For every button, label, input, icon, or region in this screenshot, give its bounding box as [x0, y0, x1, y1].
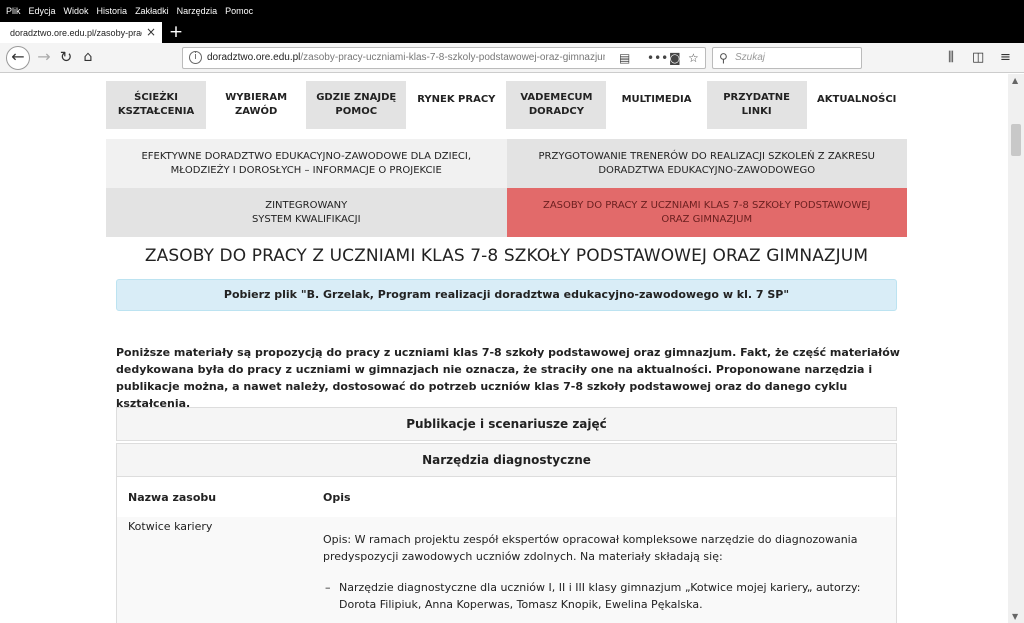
intro-text: Poniższe materiały są propozycją do prac…	[116, 346, 900, 410]
library-icon[interactable]: ⫼	[948, 50, 954, 66]
reader-view-icon[interactable]: ▤	[619, 50, 630, 66]
menu-edycja[interactable]: Edycja	[29, 6, 56, 16]
close-tab-icon[interactable]: ×	[146, 25, 156, 39]
nav-label: MULTIMEDIA	[621, 94, 692, 105]
nav-label: VADEMECUM DORADCY	[520, 92, 593, 117]
nav-label: RYNEK PRACY	[417, 94, 496, 105]
url-bar[interactable]: i doradztwo.ore.edu.pl/zasoby-pracy-uczn…	[182, 47, 706, 69]
nav-label: PRZYDATNE LINKI	[723, 92, 791, 117]
browser-tab[interactable]: doradztwo.ore.edu.pl/zasoby-pracy ×	[0, 22, 162, 43]
accordion-publikacje[interactable]: Publikacje i scenariusze zajęć	[116, 407, 897, 441]
tab-bar: doradztwo.ore.edu.pl/zasoby-pracy × +	[0, 22, 1024, 43]
nav-label: WYBIERAM ZAWÓD	[225, 92, 288, 117]
menu-hamburger-icon[interactable]: ≡	[1000, 50, 1011, 66]
subnav-label: EFEKTYWNE DORADZTWO EDUKACYJNO-ZAWODOWE …	[141, 150, 472, 176]
subnav-efektywne-doradztwo[interactable]: EFEKTYWNE DORADZTWO EDUKACYJNO-ZAWODOWE …	[106, 139, 507, 188]
home-icon[interactable]: ⌂	[76, 46, 100, 70]
list-item-text: Narzędzie diagnostyczne dla uczniów I, I…	[339, 581, 861, 611]
navigation-bar: ← → ↻ ⌂ i doradztwo.ore.edu.pl/zasoby-pr…	[0, 43, 1024, 73]
search-placeholder: Szukaj	[735, 52, 766, 63]
nav-aktualnosci[interactable]: AKTUALNOŚCI	[807, 81, 907, 129]
menu-narzedzia[interactable]: Narzędzia	[177, 6, 218, 16]
nav-label: ŚCIEŻKI KSZTAŁCENIA	[117, 92, 195, 117]
url-text[interactable]: doradztwo.ore.edu.pl/zasoby-pracy-ucznia…	[207, 52, 605, 63]
back-icon[interactable]: ←	[6, 46, 30, 70]
nav-gdzie-znajde-pomoc[interactable]: GDZIE ZNAJDĘ POMOC	[306, 81, 407, 129]
page-title: ZASOBY DO PRACY Z UCZNIAMI KLAS 7-8 SZKO…	[144, 246, 869, 266]
menu-widok[interactable]: Widok	[64, 6, 89, 16]
scroll-down-icon[interactable]: ▼	[1012, 612, 1018, 621]
nav-rynek-pracy[interactable]: RYNEK PRACY	[406, 81, 506, 129]
list-item: – Narzędzie diagnostyczne dla uczniów I,…	[325, 579, 879, 613]
search-bar[interactable]: ⚲ Szukaj	[712, 47, 862, 69]
reload-icon[interactable]: ↻	[54, 46, 78, 70]
nav-przydatne-linki[interactable]: PRZYDATNE LINKI	[706, 81, 807, 129]
menu-bar: Plik Edycja Widok Historia Zakładki Narz…	[0, 0, 1024, 22]
url-domain: doradztwo.ore.edu.pl	[207, 52, 301, 63]
project-navigation: EFEKTYWNE DORADZTWO EDUKACYJNO-ZAWODOWE …	[106, 139, 907, 237]
download-file-link[interactable]: Pobierz plik "B. Grzelak, Program realiz…	[116, 279, 897, 311]
scroll-up-icon[interactable]: ▲	[1012, 76, 1018, 85]
subnav-zintegrowany-system[interactable]: ZINTEGROWANY SYSTEM KWALIFIKACJI	[106, 188, 507, 237]
page-viewport: ŚCIEŻKI KSZTAŁCENIA WYBIERAM ZAWÓD GDZIE…	[0, 74, 1008, 623]
subnav-label: PRZYGOTOWANIE TRENERÓW DO REALIZACJI SZK…	[538, 150, 876, 176]
list-dash: –	[325, 581, 331, 594]
subnav-label: ZINTEGROWANY SYSTEM KWALIFIKACJI	[251, 199, 361, 225]
menu-pomoc[interactable]: Pomoc	[225, 6, 253, 16]
pocket-icon[interactable]: ◙	[669, 50, 681, 66]
nav-label: GDZIE ZNAJDĘ POMOC	[316, 92, 397, 117]
resources-table: Nazwa zasobu Opis Kotwice kariery Opis: …	[116, 477, 897, 623]
resource-name: Kotwice kariery	[128, 520, 213, 533]
site-info-icon[interactable]: i	[189, 51, 202, 64]
subnav-przygotowanie-trenerow[interactable]: PRZYGOTOWANIE TRENERÓW DO REALIZACJI SZK…	[506, 139, 907, 188]
table-header-name: Nazwa zasobu	[128, 491, 217, 504]
forward-icon[interactable]: →	[32, 46, 56, 70]
scroll-thumb[interactable]	[1011, 124, 1021, 156]
main-navigation: ŚCIEŻKI KSZTAŁCENIA WYBIERAM ZAWÓD GDZIE…	[106, 81, 907, 129]
menu-zakladki[interactable]: Zakładki	[135, 6, 169, 16]
nav-label: AKTUALNOŚCI	[817, 94, 897, 105]
subnav-zasoby-active[interactable]: ZASOBY DO PRACY Z UCZNIAMI KLAS 7-8 SZKO…	[506, 188, 907, 237]
new-tab-icon[interactable]: +	[167, 22, 185, 43]
page-scrollbar[interactable]: ▲ ▼	[1008, 74, 1024, 623]
accordion-narzedzia[interactable]: Narzędzia diagnostyczne	[116, 443, 897, 477]
nav-multimedia[interactable]: MULTIMEDIA	[606, 81, 706, 129]
menu-plik[interactable]: Plik	[6, 6, 21, 16]
search-icon: ⚲	[719, 51, 728, 65]
subnav-label: ZASOBY DO PRACY Z UCZNIAMI KLAS 7-8 SZKO…	[542, 199, 871, 225]
nav-vademecum-doradcy[interactable]: VADEMECUM DORADCY	[506, 81, 607, 129]
table-header-desc: Opis	[323, 491, 351, 504]
tab-title: doradztwo.ore.edu.pl/zasoby-pracy	[10, 27, 142, 38]
bookmark-star-icon[interactable]: ☆	[688, 50, 699, 66]
url-path: /zasoby-pracy-uczniami-klas-7-8-szkoly-p…	[300, 52, 605, 63]
nav-wybieram-zawod[interactable]: WYBIERAM ZAWÓD	[206, 81, 306, 129]
nav-sciezki-ksztalcenia[interactable]: ŚCIEŻKI KSZTAŁCENIA	[106, 81, 207, 129]
sidebar-icon[interactable]: ◫	[972, 50, 984, 66]
resource-description: Opis: W ramach projektu zespół ekspertów…	[323, 533, 858, 563]
menu-historia[interactable]: Historia	[97, 6, 128, 16]
page-actions-icon[interactable]: •••	[647, 50, 668, 66]
